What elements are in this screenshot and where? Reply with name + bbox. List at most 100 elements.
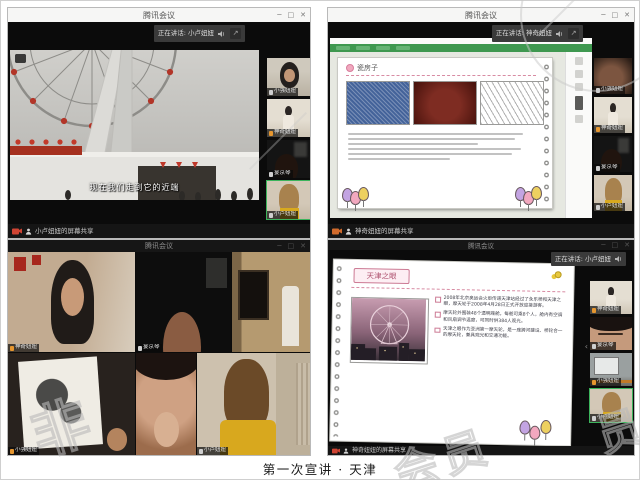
participant-name: 小强妞妞 — [15, 448, 37, 454]
window-titlebar: 腾讯会议 ─ □ ✕ — [8, 8, 310, 22]
minimize-button[interactable]: ─ — [277, 243, 281, 250]
participant-thumbnail[interactable]: 小卢妞妞 — [594, 175, 632, 211]
active-speaker-text: 正在讲话: 小卢妞妞 — [555, 256, 611, 263]
figure-caption: 第一次宣讲 · 天津 — [0, 459, 640, 478]
speaker-volume-icon — [217, 30, 225, 38]
radiator-background — [296, 363, 310, 445]
maximize-button[interactable]: □ — [288, 12, 295, 19]
participant-thumbnail[interactable]: 小强妞妞 — [594, 58, 632, 94]
photo-porcelain-wall — [346, 81, 410, 125]
participant-name: 小卢妞妞 — [274, 212, 296, 218]
participant-thumbnail[interactable]: 小卢妞妞 — [267, 181, 310, 219]
participant-label: 宴京琴 — [267, 170, 293, 178]
maximize-button[interactable]: □ — [288, 243, 295, 250]
shared-screen-app: 瓷房子 — [330, 38, 592, 218]
participant-name: 宴京琴 — [274, 171, 291, 177]
share-status-text: 神奇妞妞的屏幕共享 — [355, 228, 414, 235]
maximize-button[interactable]: □ — [612, 12, 619, 19]
mic-icon — [592, 308, 596, 313]
window-title: 腾讯会议 — [468, 240, 494, 250]
participant-label: 小强妞妞 — [594, 86, 625, 94]
mic-icon — [592, 416, 596, 421]
video-tile[interactable]: 小强妞妞 — [8, 353, 135, 455]
meeting-content-area: 正在讲话: 神奇妞妞 ↗ 瓷房子 — [328, 22, 634, 238]
pin-button[interactable]: ↗ — [568, 28, 579, 39]
person-icon — [343, 448, 349, 454]
participant-name: 小强妞妞 — [274, 89, 296, 95]
video-tile[interactable]: 宴京琴 — [136, 252, 231, 352]
participant-thumbnail[interactable]: 小卢妞妞 — [590, 389, 632, 422]
close-button[interactable]: ✕ — [300, 243, 306, 250]
mic-icon — [269, 131, 273, 136]
balloon-cluster — [334, 260, 574, 265]
participant-thumbnail[interactable]: 神奇妞妞 — [594, 97, 632, 133]
participant-name: 宴京琴 — [143, 345, 160, 351]
sidebar-collapse-arrow[interactable]: ‹ — [585, 342, 588, 351]
window-titlebar: 腾讯会议 ─ □ ✕ — [328, 8, 634, 22]
close-button[interactable]: ✕ — [624, 12, 630, 19]
participant-name: 小强妞妞 — [601, 87, 623, 93]
minimize-button[interactable]: ─ — [277, 12, 281, 19]
pin-button[interactable]: ↗ — [230, 28, 241, 39]
share-status-text: 小卢妞妞的屏幕共享 — [35, 228, 94, 235]
ferris-wheel-scene — [10, 50, 259, 200]
mic-icon — [596, 127, 600, 132]
slide-tianjin-eye: 天津之眼 — [330, 260, 574, 446]
participant-sidebar: 神奇妞妞 宴京琴 小强妞妞 小卢妞妞 — [590, 281, 632, 425]
video-subtitle: 现在我们走到它的近端 — [10, 182, 259, 193]
close-button[interactable]: ✕ — [624, 242, 630, 249]
active-speaker-pill: 正在讲话: 小卢妞妞 ↗ — [154, 25, 245, 42]
minimize-button[interactable]: ─ — [601, 242, 605, 249]
video-tile[interactable] — [232, 252, 310, 352]
slide-title-row: 瓷房子 — [346, 63, 378, 73]
bullet-text: 摩天轮外围装48个透明座舱，每舱可乘8个人，舱内有空调和风扇调节温度，可同时供3… — [443, 311, 563, 326]
mic-icon — [592, 380, 596, 385]
close-button[interactable]: ✕ — [300, 12, 306, 19]
share-status-bar: 神奇妞妞的屏幕共享 — [328, 224, 634, 238]
share-status-text: 神奇妞妞的屏幕共享 — [352, 448, 406, 454]
meeting-content-area: 正在讲话: 小卢妞妞 ↗ — [8, 22, 310, 238]
participant-thumbnail[interactable]: 宴京琴 — [594, 136, 632, 172]
bullet-marker — [434, 327, 440, 333]
speaker-volume-icon — [555, 30, 563, 38]
mic-icon — [10, 449, 14, 454]
participant-thumbnail[interactable]: 小强妞妞 — [590, 353, 632, 386]
participant-thumbnail[interactable]: 宴京琴 — [267, 140, 310, 178]
maximize-button[interactable]: □ — [612, 242, 619, 249]
camera-icon — [12, 228, 22, 235]
participant-name: 神奇妞妞 — [597, 307, 619, 313]
participant-sidebar: 小强妞妞 神奇妞妞 宴京琴 小卢妞妞 — [594, 58, 632, 214]
participant-thumbnail[interactable]: 神奇妞妞 — [267, 99, 310, 137]
mic-icon — [596, 166, 600, 171]
share-status-bar: 小卢妞妞的屏幕共享 — [8, 224, 310, 238]
wps-side-panel — [565, 52, 592, 218]
mic-icon — [199, 449, 203, 454]
video-tile[interactable] — [136, 353, 196, 455]
bee-doodle — [555, 271, 562, 278]
meeting-window-top-left: 腾讯会议 ─ □ ✕ 正在讲话: 小卢妞妞 ↗ — [8, 8, 310, 238]
participant-label: 小卢妞妞 — [197, 447, 228, 455]
participant-thumbnail[interactable]: 小强妞妞 — [267, 58, 310, 96]
participant-thumbnail[interactable]: 神奇妞妞 — [590, 281, 632, 314]
bullet-marker — [435, 312, 441, 318]
video-tile[interactable]: 神奇妞妞 — [8, 252, 135, 352]
photo-tianjin-eye-dusk — [350, 297, 429, 365]
minimize-button[interactable]: ─ — [601, 12, 605, 19]
active-speaker-text: 正在讲话: 小卢妞妞 — [158, 30, 214, 37]
window-title: 腾讯会议 — [145, 241, 173, 251]
meeting-window-top-right: 腾讯会议 ─ □ ✕ 正在讲话: 神奇妞妞 ↗ — [328, 8, 634, 238]
participant-thumbnail[interactable]: 宴京琴 — [590, 317, 632, 350]
window-titlebar: 腾讯会议 ─ □ ✕ — [8, 240, 310, 252]
video-grid: 神奇妞妞 宴京琴 小强妞妞 小卢妞妞 — [8, 252, 310, 455]
bullet-item: 天津之眼作为亚洲第一摩天轮，是一座跨河建设、桥轮合一的摩天轮，兼具观光和交通功能… — [434, 326, 562, 341]
participant-name: 神奇妞妞 — [15, 345, 37, 351]
window-controls: ─ □ ✕ — [277, 8, 306, 22]
window-controls: ─ □ ✕ — [277, 240, 306, 252]
participant-name: 宴京琴 — [601, 165, 618, 171]
video-tile[interactable]: 小卢妞妞 — [197, 353, 310, 455]
shared-screen-video: 现在我们走到它的近端 — [10, 50, 259, 200]
participant-label: 小强妞妞 — [267, 88, 298, 96]
mic-icon — [596, 205, 600, 210]
participant-name: 小强妞妞 — [597, 379, 619, 385]
window-titlebar: 腾讯会议 ─ □ ✕ — [328, 240, 634, 250]
